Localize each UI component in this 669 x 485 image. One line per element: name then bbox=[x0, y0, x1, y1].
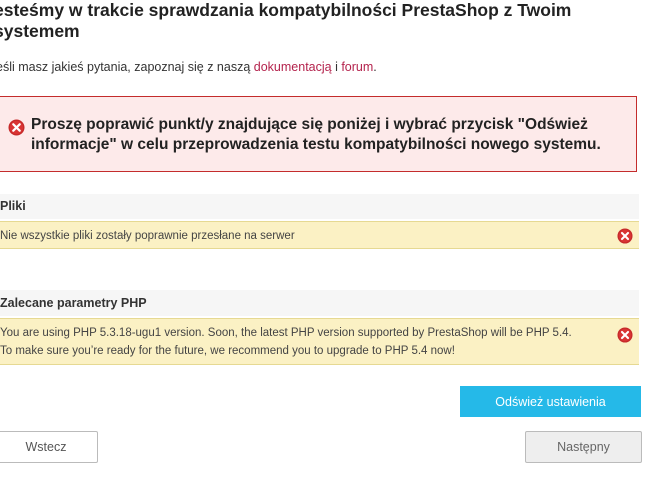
error-alert: Proszę poprawić punkt/y znajdujące się p… bbox=[0, 96, 637, 172]
page-title: esteśmy w trakcie sprawdzania kompatybil… bbox=[0, 0, 572, 41]
section-title: Pliki bbox=[0, 199, 26, 213]
refresh-settings-button[interactable]: Odśwież ustawienia bbox=[460, 386, 641, 417]
forum-link[interactable]: forum bbox=[341, 60, 373, 74]
section-header-php: Zalecane parametry PHP bbox=[0, 290, 639, 316]
next-button[interactable]: Następny bbox=[525, 431, 642, 463]
error-icon bbox=[617, 228, 633, 244]
section-header-files: Pliki bbox=[0, 194, 639, 219]
error-icon bbox=[8, 119, 25, 136]
back-button[interactable]: Wstecz bbox=[0, 431, 98, 463]
error-icon bbox=[617, 327, 633, 343]
help-suffix: . bbox=[373, 60, 377, 74]
check-text-line2: To make sure you’re ready for the future… bbox=[0, 345, 455, 357]
help-prefix: eśli masz jakieś pytania, zapoznaj się z… bbox=[0, 60, 254, 74]
check-row: Nie wszystkie pliki zostały poprawnie pr… bbox=[0, 221, 639, 249]
check-text: Nie wszystkie pliki zostały poprawnie pr… bbox=[0, 230, 295, 242]
alert-message: Proszę poprawić punkt/y znajdujące się p… bbox=[31, 116, 601, 153]
documentation-link[interactable]: dokumentacją bbox=[254, 60, 332, 74]
help-joiner: i bbox=[331, 60, 342, 74]
help-text: eśli masz jakieś pytania, zapoznaj się z… bbox=[0, 60, 377, 74]
check-row: You are using PHP 5.3.18-ugu1 version. S… bbox=[0, 318, 639, 365]
section-title: Zalecane parametry PHP bbox=[0, 296, 147, 310]
check-text: You are using PHP 5.3.18-ugu1 version. S… bbox=[0, 327, 572, 339]
